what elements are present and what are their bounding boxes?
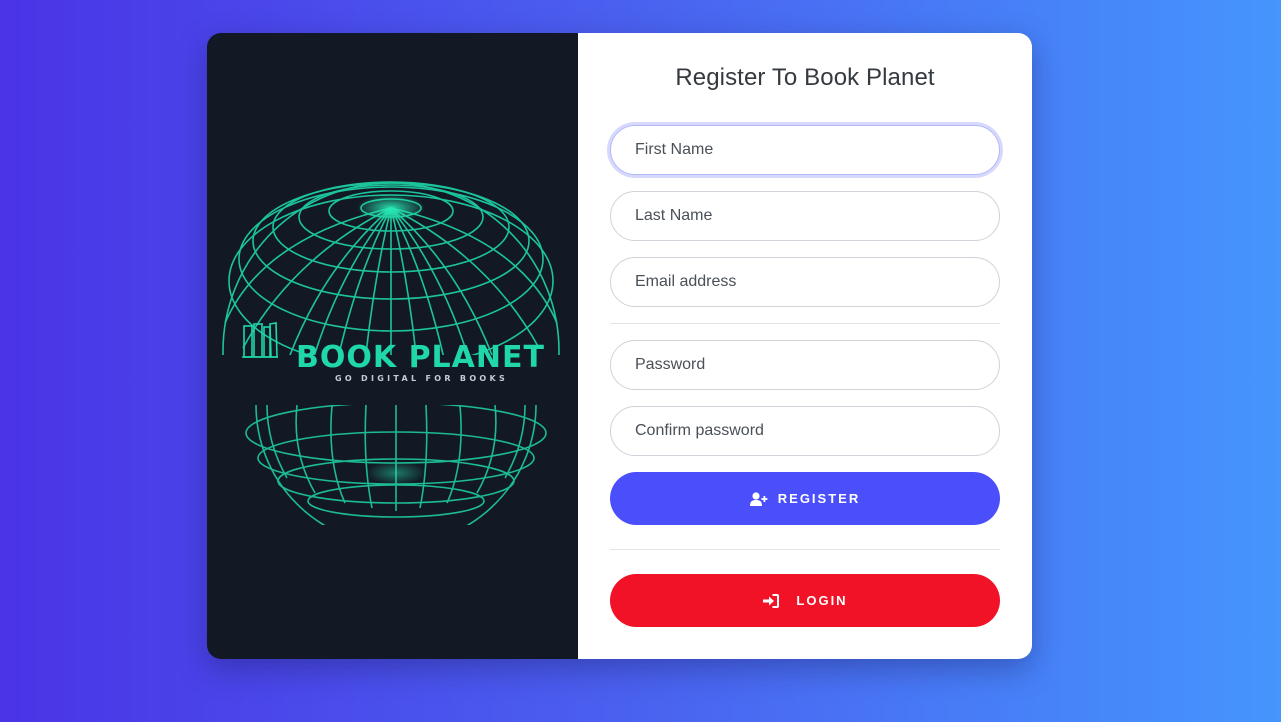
brand-panel: BOOK PLANET GO DIGITAL FOR BOOKS bbox=[207, 33, 578, 659]
email-input[interactable] bbox=[610, 257, 1000, 307]
login-button[interactable]: LOGIN bbox=[610, 574, 1000, 627]
brand-tagline: GO DIGITAL FOR BOOKS bbox=[335, 374, 509, 383]
confirm-password-input[interactable] bbox=[610, 406, 1000, 456]
register-button-label: REGISTER bbox=[777, 491, 861, 506]
login-button-label: LOGIN bbox=[796, 593, 848, 608]
last-name-input[interactable] bbox=[610, 191, 1000, 241]
register-button[interactable]: REGISTER bbox=[610, 472, 1000, 525]
brand-name: BOOK PLANET bbox=[296, 340, 545, 375]
user-plus-icon bbox=[749, 491, 768, 507]
form-divider bbox=[610, 323, 1000, 324]
register-form-panel: Register To Book Planet REGISTER bbox=[578, 33, 1032, 659]
first-name-input[interactable] bbox=[610, 125, 1000, 175]
form-divider-2 bbox=[610, 549, 1000, 550]
sign-in-icon bbox=[762, 593, 780, 609]
register-card: BOOK PLANET GO DIGITAL FOR BOOKS Registe… bbox=[207, 33, 1032, 659]
form-title: Register To Book Planet bbox=[675, 64, 935, 91]
password-input[interactable] bbox=[610, 340, 1000, 390]
